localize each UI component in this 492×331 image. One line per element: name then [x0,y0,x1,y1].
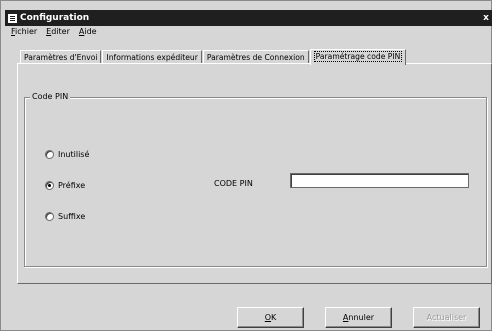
tab-strip: Paramètres d'Envoi Informations expédite… [20,49,407,65]
close-button[interactable]: x [481,12,491,24]
code-pin-input[interactable] [290,173,469,188]
radio-inutilise[interactable]: Inutilisé [45,150,89,159]
tab-informations-expediteur[interactable]: Informations expéditeur [102,50,202,64]
radio-label: Suffixe [58,212,86,221]
cancel-button[interactable]: Annuler [325,307,392,328]
menu-editer[interactable]: Editer [46,27,70,39]
radio-button[interactable] [45,212,54,221]
tab-parametres-envoi[interactable]: Paramètres d'Envoi [20,50,102,64]
ok-button[interactable]: OK [237,307,304,328]
title-bar: Configuration x [5,10,492,26]
tab-parametrage-code-pin[interactable]: Paramétrage code PIN [309,49,407,65]
refresh-button[interactable]: Actualiser [413,307,480,328]
group-legend: Code PIN [30,92,71,101]
menu-bar: Fichier Editer Aide [11,27,97,39]
radio-suffixe[interactable]: Suffixe [45,212,85,221]
radio-button[interactable] [45,181,54,190]
window-title: Configuration [20,13,90,23]
menu-aide[interactable]: Aide [79,27,97,39]
radio-button[interactable] [45,150,54,159]
menu-fichier[interactable]: Fichier [11,27,37,39]
code-pin-label: CODE PIN [214,179,253,188]
window-icon [8,13,17,23]
radio-label: Inutilisé [58,150,90,159]
radio-label: Préfixe [58,181,86,190]
tab-parametres-connexion[interactable]: Paramètres de Connexion [202,50,309,64]
radio-prefixe[interactable]: Préfixe [45,181,85,190]
configuration-window: Configuration x Fichier Editer Aide Para… [0,0,492,331]
